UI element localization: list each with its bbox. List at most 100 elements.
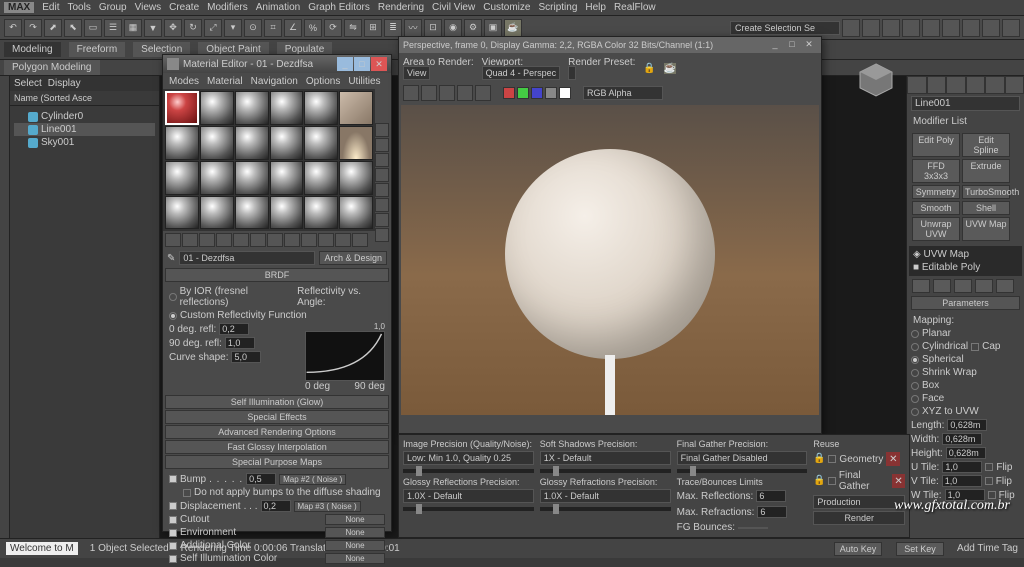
filter-button[interactable]: ▼ [144,19,162,37]
radio-custom[interactable] [169,312,177,320]
mirror-button[interactable]: ⇋ [344,19,362,37]
unlink-button[interactable]: ⬉ [64,19,82,37]
backlight-button[interactable] [375,138,389,152]
move-button[interactable]: ✥ [164,19,182,37]
mat-slot-12[interactable] [339,126,373,160]
close-button[interactable]: ✕ [371,57,387,71]
scene-select-tab[interactable]: Select [14,78,42,89]
scene-name-header[interactable]: Name (Sorted Asce [10,91,159,106]
menu-civilview[interactable]: Civil View [432,2,475,13]
softsh-dropdown[interactable]: 1X - Default [540,451,671,465]
radio-shrinkwrap[interactable] [911,369,919,377]
assign-button[interactable] [199,233,215,247]
menu-customize[interactable]: Customize [483,2,530,13]
lock-button[interactable]: 🔒 [643,63,655,74]
mat-slot-10[interactable] [270,126,304,160]
hierarchy-tab[interactable] [946,76,966,94]
params-rollout[interactable]: Parameters [911,296,1020,310]
material-type-button[interactable]: Arch & Design [319,251,387,265]
motion-tab[interactable] [966,76,986,94]
lock-fg-icon[interactable]: 🔒 [813,475,825,487]
preset-dropdown[interactable] [568,66,576,80]
mat-slot-17[interactable] [304,161,338,195]
tab-modeling[interactable]: Modeling [4,42,61,57]
utile-spinner[interactable]: 1,0 [942,461,982,473]
specialmaps-rollout[interactable]: Special Purpose Maps [165,455,389,469]
stack-config[interactable] [996,279,1014,293]
mod-turbosmooth[interactable]: TurboSmooth [962,185,1010,199]
setkey-button[interactable]: Set Key [896,542,944,556]
geometry-check[interactable] [828,455,836,463]
radio-spherical[interactable] [911,356,919,364]
material-editor-button[interactable]: ◉ [444,19,462,37]
bump-check[interactable] [169,475,177,483]
sample-uv-button[interactable] [375,168,389,182]
blue-channel-button[interactable] [531,87,543,99]
glrefl-dropdown[interactable]: 1.0X - Default [403,489,534,503]
fastglossy-rollout[interactable]: Fast Glossy Interpolation [165,440,389,454]
pivot-button[interactable]: ⊙ [244,19,262,37]
menu-realflow[interactable]: RealFlow [614,2,656,13]
preview-button[interactable] [375,198,389,212]
mat-slot-16[interactable] [270,161,304,195]
mod-shell[interactable]: Shell [962,201,1010,215]
production-dropdown[interactable]: Production [813,495,905,509]
mat-slot-5[interactable] [304,91,338,125]
render-go-button[interactable]: ☕ [664,63,676,74]
radio-xyz[interactable] [911,408,919,416]
snap-button[interactable]: ⌗ [264,19,282,37]
mod-unwrapuvw[interactable]: Unwrap UVW [912,217,960,241]
radio-face[interactable] [911,395,919,403]
softsh-slider[interactable] [540,469,671,473]
clone-button[interactable] [439,85,455,101]
stack-show[interactable] [933,279,951,293]
selfillum-rollout[interactable]: Self Illumination (Glow) [165,395,389,409]
mat-slot-9[interactable] [235,126,269,160]
sample-type-button[interactable] [375,123,389,137]
selfillum-map-button[interactable]: None [325,553,385,564]
mat-slot-20[interactable] [200,196,234,230]
spinner-snap-button[interactable]: ⟳ [324,19,342,37]
copy-image-button[interactable] [421,85,437,101]
mod-smooth[interactable]: Smooth [912,201,960,215]
fg-check[interactable] [828,477,835,485]
bump-map-button[interactable]: Map #2 ( Noise ) [279,474,346,485]
green-channel-button[interactable] [517,87,529,99]
vflip-check[interactable] [985,477,993,485]
radio-byior[interactable] [169,293,177,301]
utilities-tab[interactable] [1005,76,1024,94]
env-map-button[interactable]: None [325,527,385,538]
mateditor-titlebar[interactable]: Material Editor - 01 - Dezdfsa _ □ ✕ [163,55,391,73]
matmenu-options[interactable]: Options [306,76,340,87]
mat-slot-4[interactable] [270,91,304,125]
tb-i[interactable] [1002,19,1020,37]
mod-extrude[interactable]: Extrude [962,159,1010,183]
render-setup-button[interactable]: ⚙ [464,19,482,37]
mat-slot-23[interactable] [304,196,338,230]
disp-map-button[interactable]: Map #3 ( Noise ) [294,501,361,512]
mat-slot-1[interactable] [165,91,199,125]
clear-button[interactable] [475,85,491,101]
mat-slot-14[interactable] [200,161,234,195]
minimize-button[interactable]: _ [337,57,353,71]
mat-slot-22[interactable] [270,196,304,230]
select-region-button[interactable]: ▦ [124,19,142,37]
addtime-text[interactable]: Add Time Tag [957,543,1018,554]
print-button[interactable] [457,85,473,101]
alpha-channel-button[interactable] [545,87,557,99]
glrefr-dropdown[interactable]: 1.0X - Default [540,489,671,503]
mat-slot-21[interactable] [235,196,269,230]
mono-channel-button[interactable] [559,87,571,99]
show-result-button[interactable] [318,233,334,247]
mat-slot-15[interactable] [235,161,269,195]
scale-button[interactable]: ⤢ [204,19,222,37]
area-dropdown[interactable]: View [403,66,430,80]
mat-id-button[interactable] [284,233,300,247]
addcolor-check[interactable] [169,542,177,550]
options-button[interactable] [375,213,389,227]
show-map-button[interactable] [301,233,317,247]
mod-uvwmap[interactable]: UVW Map [962,217,1010,241]
height-spinner[interactable]: 0,628m [946,447,986,459]
refcoord-button[interactable]: ▾ [224,19,242,37]
uflip-check[interactable] [985,463,993,471]
